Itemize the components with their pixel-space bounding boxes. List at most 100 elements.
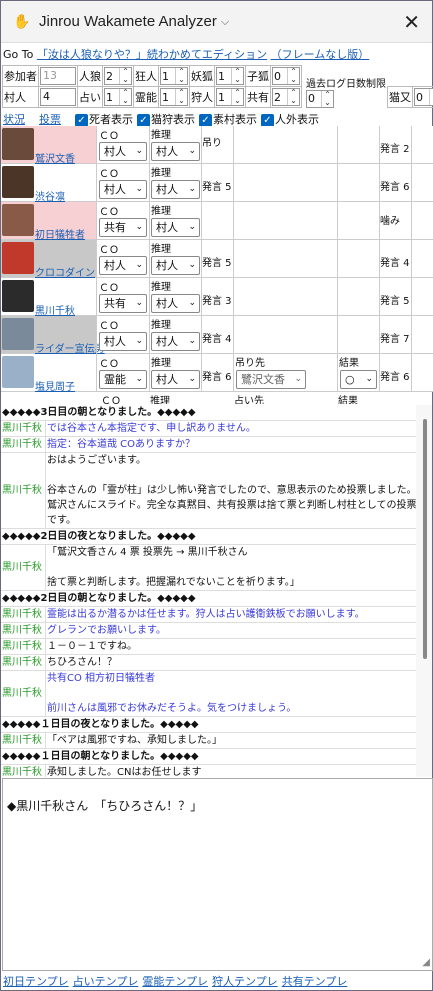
message-text: 「鷲沢文香さん 4 票 投票先 → 黒川千秋さん 捨て票と判断します。把握漏れで… — [45, 545, 417, 590]
message-text: 共有CO 相方初日犠牲者 前川さんは風邪でお休みだそうよ。気をつけましょう。 — [45, 671, 417, 716]
day-cell: 発言 5 — [201, 164, 233, 202]
co-label: ＣＯ — [99, 207, 119, 218]
avatar[interactable] — [2, 280, 34, 312]
player-name[interactable]: ライダー宣伝男 — [35, 340, 105, 355]
spare-cell — [411, 240, 433, 278]
message-text: 「ペアは風邪ですね、承知しました。」 — [45, 733, 417, 748]
co-column: ＣＯ 村人 ⌄ — [96, 126, 149, 164]
co-select[interactable]: 村人 ⌄ — [99, 180, 147, 199]
scroll-thumb[interactable] — [423, 419, 427, 659]
template-link[interactable]: 占いテンプレ — [73, 975, 139, 988]
checkbox-dead[interactable]: ✓ 死者表示 — [75, 111, 133, 127]
fox-label: 妖狐 — [189, 65, 215, 87]
hang-target-label: 吊り先 — [235, 358, 265, 369]
co-select[interactable]: 共有 ⌄ — [99, 218, 147, 237]
guess-select[interactable]: 村人 ⌄ — [151, 370, 200, 389]
co-select[interactable]: 村人 ⌄ — [99, 256, 147, 275]
message-text: ◆◆◆◆◆１日目の夜となりました。◆◆◆◆◆ — [2, 719, 199, 730]
player-name[interactable]: 渋谷凛 — [35, 188, 65, 203]
message-text: 指定：谷本道哉 COありますか？ — [45, 437, 417, 452]
log-scrollbar[interactable] — [416, 405, 432, 777]
spare-cell — [411, 164, 433, 202]
result-cell: 結果 ○ ⌄ — [337, 354, 379, 392]
chevron-down-icon: ⌄ — [188, 298, 196, 308]
speaker-name: 黒川千秋 — [2, 562, 42, 573]
chevron-down-icon: ⌄ — [135, 374, 143, 384]
day-cell: 発言 3 — [201, 278, 233, 316]
co-select[interactable]: 共有 ⌄ — [99, 294, 147, 313]
template-link[interactable]: 初日テンプレ — [3, 975, 69, 988]
template-links: 初日テンプレ 占いテンプレ 霊能テンプレ 狩人テンプレ 共有テンプレ — [3, 973, 351, 989]
guess-select[interactable]: 村人 ⌄ — [151, 142, 200, 161]
player-name[interactable]: クロコダイン — [35, 264, 95, 279]
result-select[interactable]: ○ ⌄ — [340, 370, 377, 389]
check-icon: ✓ — [75, 113, 88, 127]
guess-select[interactable]: 村人 ⌄ — [151, 256, 200, 275]
spare-cell — [411, 202, 433, 240]
seer-spinner[interactable]: 1 ⌃ ⌄ — [104, 88, 132, 106]
guess-select[interactable]: 村人 ⌄ — [151, 332, 200, 351]
player-name[interactable]: 黒川千秋 — [35, 302, 75, 317]
guess-select[interactable]: 村人 ⌄ — [151, 294, 200, 313]
guess-column: 推理 村人 ⌄ — [149, 240, 201, 278]
checkbox-outside[interactable]: ✓ 人外表示 — [261, 111, 319, 127]
player-name[interactable]: 初日犠牲者 — [35, 226, 85, 241]
avatar[interactable] — [2, 318, 34, 350]
tab-vote[interactable]: 投票 — [39, 111, 61, 127]
player-name[interactable]: 塩見周子 — [35, 378, 75, 393]
guess-column: 推理 村人 ⌄ — [149, 126, 201, 164]
child-fox-spinner[interactable]: 0 ⌃ ⌄ — [272, 67, 300, 85]
co-select[interactable]: 村人 ⌄ — [99, 332, 147, 351]
madman-spinner[interactable]: 1 ⌃ ⌄ — [160, 67, 188, 85]
cat-label: 猫又 — [387, 86, 413, 108]
log-message: 黒川千秋 では谷本さん本指定です、申し訳ありません。 — [1, 421, 417, 437]
close-icon[interactable]: ✕ — [403, 10, 420, 34]
guess-select[interactable]: 村人 ⌄ — [151, 180, 200, 199]
avatar[interactable] — [2, 242, 34, 274]
guess-select[interactable]: 村人 ⌄ — [151, 218, 200, 237]
template-link[interactable]: 共有テンプレ — [282, 975, 348, 988]
title-bar: ✋ Jinrou Wakamete Analyzer ⌵ ✕ — [1, 1, 432, 43]
medium-spinner[interactable]: 1 ⌃ ⌄ — [160, 88, 188, 106]
hunter-spinner[interactable]: 1 ⌃ ⌄ — [216, 88, 244, 106]
result-cell — [337, 316, 379, 354]
divine-target-header: 占い先 — [234, 396, 264, 404]
guess-label: 推理 — [151, 282, 171, 293]
past-log-spinner[interactable]: 0 ⌃ ⌄ — [306, 89, 334, 108]
guess-label: 推理 — [151, 244, 171, 255]
day-cell: 発言 7 — [379, 316, 411, 354]
co-select[interactable]: 霊能 ⌄ — [99, 370, 147, 389]
hang-target-cell — [233, 278, 337, 316]
co-select[interactable]: 村人 ⌄ — [99, 142, 147, 161]
participants-input[interactable]: 13 — [40, 67, 76, 85]
wolf-spinner[interactable]: 2 ⌃ ⌄ — [104, 67, 132, 85]
fox-spinner[interactable]: 1 ⌃ ⌄ — [216, 67, 244, 85]
mason-spinner[interactable]: 2 ⌃ ⌄ — [272, 88, 300, 106]
goto-link-noframe[interactable]: （フレームなし版） — [271, 48, 370, 61]
resize-grip-icon[interactable]: ◢ — [422, 957, 430, 968]
template-link[interactable]: 狩人テンプレ — [212, 975, 278, 988]
checkbox-hunt[interactable]: ✓ 猫狩表示 — [137, 111, 195, 127]
checkbox-raw[interactable]: ✓ 素村表示 — [199, 111, 257, 127]
template-link[interactable]: 霊能テンプレ — [142, 975, 208, 988]
tab-status[interactable]: 状況 — [3, 111, 25, 127]
avatar[interactable] — [2, 128, 34, 160]
message-editor[interactable]: ◆黒川千秋さん 「ちひろさん！？」 ◢ — [2, 778, 433, 971]
cat-spinner[interactable]: 0⌃⌄ — [414, 88, 433, 106]
avatar[interactable] — [2, 356, 34, 388]
villagers-input[interactable]: 4 — [40, 88, 76, 106]
message-text: ◆◆◆◆◆3日目の朝となりました。◆◆◆◆◆ — [2, 407, 196, 418]
guess-column: 推理 村人 ⌄ — [149, 354, 201, 392]
hang-target-select[interactable]: 鷺沢文香 ⌄ — [236, 370, 306, 389]
avatar[interactable] — [2, 204, 34, 236]
avatar[interactable] — [2, 166, 34, 198]
system-message: ◆◆◆◆◆2日目の朝となりました。◆◆◆◆◆ — [1, 591, 417, 607]
result-cell — [337, 240, 379, 278]
spare-cell — [411, 354, 433, 392]
player-name[interactable]: 鷲沢文香 — [35, 150, 75, 165]
goto-link-main[interactable]: 「汝は人狼なりや？」続わかめてエディション — [37, 48, 267, 61]
spare-cell — [411, 126, 433, 164]
speaker-name: 黒川千秋 — [2, 485, 42, 496]
chevron-down-icon[interactable]: ⌵ — [221, 15, 229, 29]
result-cell — [337, 126, 379, 164]
